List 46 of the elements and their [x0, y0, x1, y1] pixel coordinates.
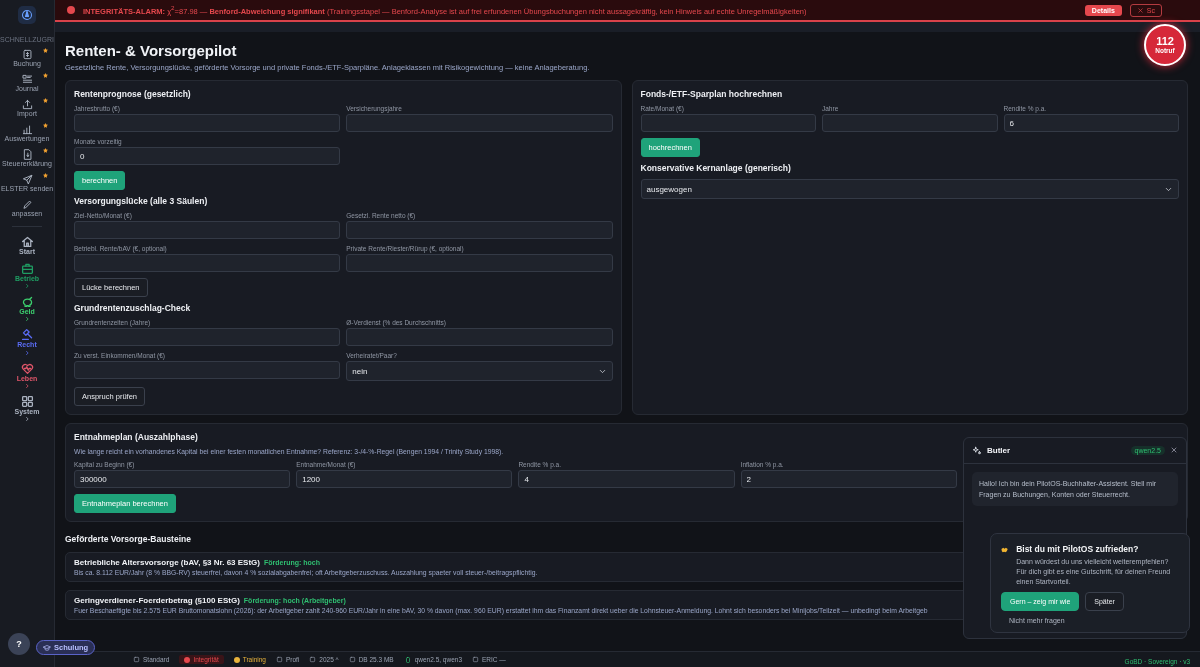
paper-plane-icon	[21, 174, 33, 186]
section-title: Grundrentenzuschlag-Check	[74, 303, 192, 313]
section-title: Geförderte Vorsorge-Bausteine	[65, 534, 191, 544]
dropdown[interactable]: ausgewogen	[640, 179, 1179, 199]
input-field[interactable]	[822, 114, 998, 132]
graduation-cap-icon	[43, 643, 51, 652]
page-title: Renten- & Vorsorgepilot	[65, 42, 237, 59]
alert-dot-icon	[67, 6, 75, 14]
input-field[interactable]	[74, 361, 341, 379]
close-icon	[1170, 446, 1178, 454]
sparkle-icon	[972, 445, 982, 456]
card-title: Betriebliche Altersvorsorge (bAV, §3 Nr. 63 EStG)	[74, 558, 260, 567]
input-field[interactable]: 1200	[296, 470, 513, 488]
input-field[interactable]: 6	[1003, 114, 1179, 132]
dropdown[interactable]: nein	[346, 361, 613, 381]
section-title: Fonds-/ETF-Sparplan hochrechnen	[640, 89, 784, 99]
bar-chart-icon	[21, 124, 33, 136]
pencil-icon	[21, 199, 33, 211]
document-icon	[21, 49, 33, 60]
input-field[interactable]	[346, 254, 613, 272]
input-field[interactable]: 300000	[74, 470, 291, 488]
section-title: Rentenprognose (gesetzlich)	[74, 89, 192, 99]
close-icon	[1136, 6, 1144, 14]
input-field[interactable]: 2	[740, 470, 957, 488]
section-title: Entnahmeplan (Auszahlphase)	[74, 432, 199, 442]
input-field[interactable]	[74, 328, 341, 346]
input-field[interactable]	[74, 114, 341, 132]
input-field[interactable]: 4	[518, 470, 735, 488]
panel-title: Butler	[987, 446, 1012, 455]
input-field[interactable]	[74, 254, 341, 272]
card-title: Geringverdiener-Foerderbetrag (§100 EStG)	[74, 596, 240, 605]
document-icon	[21, 149, 33, 161]
input-field[interactable]	[74, 221, 341, 239]
input-field[interactable]	[346, 328, 613, 346]
emergency-number: 112	[1156, 36, 1174, 47]
section-title: Versorgungslücke (alle 3 Säulen)	[74, 196, 209, 206]
section-title: Konservative Kernanlage (generisch)	[640, 163, 792, 173]
input-field[interactable]: 0	[74, 147, 341, 165]
status-dot-icon	[184, 656, 191, 663]
input-field[interactable]	[640, 114, 816, 132]
status-dot-icon	[233, 656, 240, 663]
input-field[interactable]	[346, 221, 613, 239]
input-field[interactable]	[346, 114, 613, 132]
popup-title: Bist du mit PilotOS zufrieden?	[1016, 544, 1140, 554]
list-icon	[21, 74, 33, 86]
upload-icon	[21, 99, 33, 111]
